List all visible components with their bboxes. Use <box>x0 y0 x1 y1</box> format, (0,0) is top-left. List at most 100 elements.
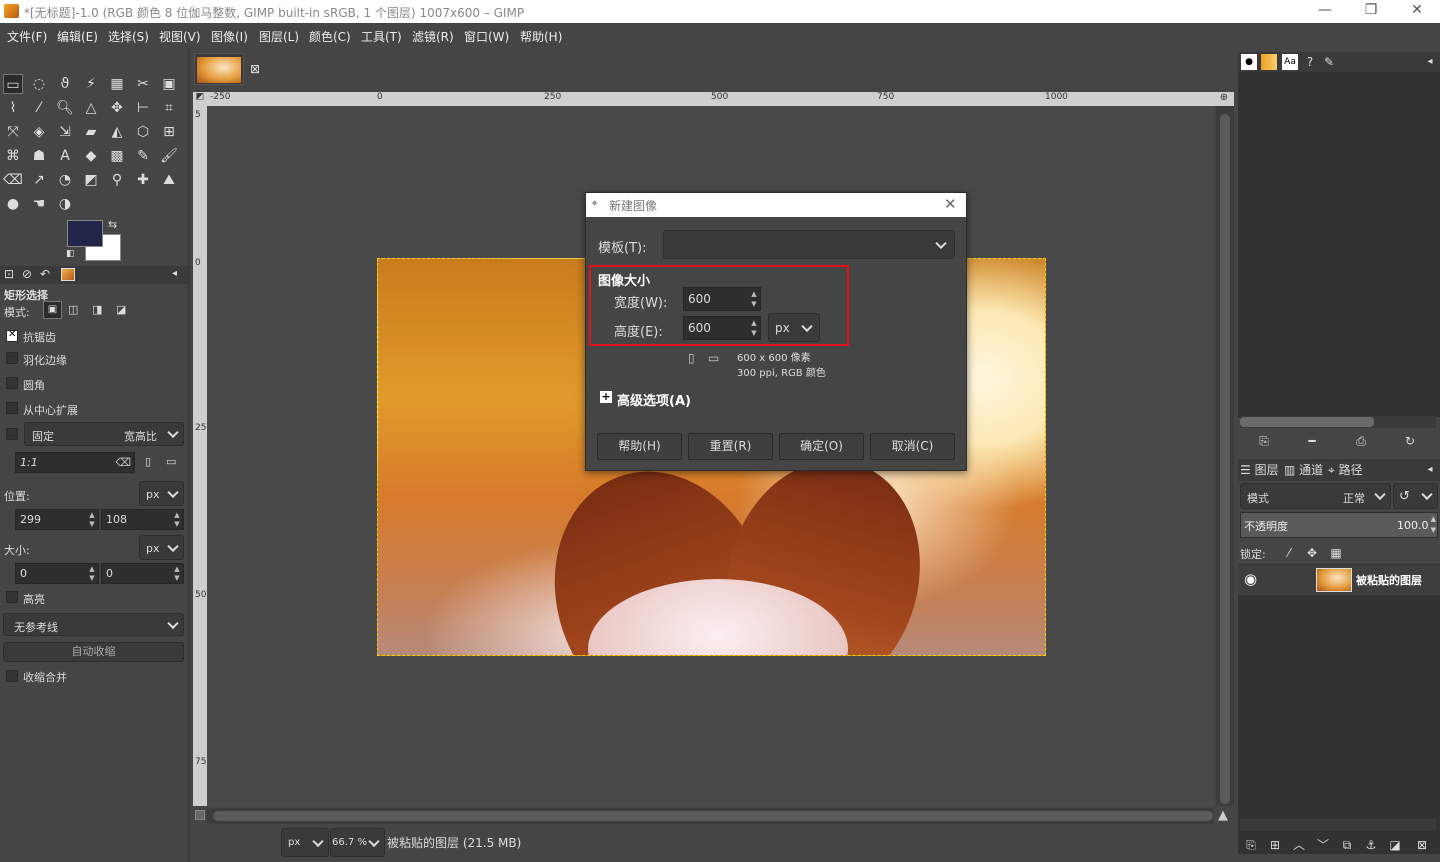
color-select-icon[interactable]: ▦ <box>107 74 127 94</box>
shear-icon[interactable]: ▰ <box>81 122 101 142</box>
image-tab[interactable] <box>194 53 244 85</box>
menu-edit[interactable]: 编辑(E) <box>57 28 98 45</box>
shrink-merged-checkbox[interactable] <box>6 670 18 682</box>
highlight-checkbox[interactable] <box>6 591 18 603</box>
size-unit-dropdown[interactable]: px <box>139 535 184 560</box>
move-icon[interactable]: ✥ <box>107 98 127 118</box>
blur-icon[interactable]: ● <box>3 194 23 214</box>
lasso-icon[interactable]: ϑ <box>55 74 75 94</box>
template-dropdown[interactable] <box>663 230 955 259</box>
new-layer-group-icon[interactable]: ⊞ <box>1267 837 1283 853</box>
pencil-icon[interactable]: ✎ <box>133 146 153 166</box>
new-layer-icon[interactable]: ⎘ <box>1243 837 1259 853</box>
cancel-button[interactable]: 取消(C) <box>870 433 955 460</box>
flip-icon[interactable]: ◭ <box>107 122 127 142</box>
size-h-input[interactable]: 0 ▲ ▼ <box>101 563 184 584</box>
dialog-title-bar[interactable]: ✦ 新建图像 ✕ <box>586 193 966 217</box>
lock-alpha-icon[interactable]: ▦ <box>1328 545 1344 561</box>
mode-replace-icon[interactable]: ▣ <box>43 301 62 319</box>
unified-transform-icon[interactable]: ⤧ <box>3 122 23 142</box>
feather-checkbox[interactable] <box>6 352 18 364</box>
opacity-slider[interactable]: 不透明度 100.0 ▲ ▼ <box>1240 512 1438 538</box>
fuzzy-select-icon[interactable]: ⚡ <box>81 74 101 94</box>
layer-row[interactable]: ◉ 被粘贴的图层 <box>1238 565 1440 595</box>
paintbrush-icon[interactable]: 🖌︎ <box>159 146 179 166</box>
navigate-icon[interactable]: ▲ <box>1218 808 1228 823</box>
tab-paths[interactable]: ⌖ 路径 <box>1328 461 1363 478</box>
smudge-icon[interactable]: ☚ <box>29 194 49 214</box>
patterns-tab-icon[interactable] <box>1261 54 1277 70</box>
help-button[interactable]: 帮助(H) <box>597 433 682 460</box>
menu-windows[interactable]: 窗口(W) <box>464 28 509 45</box>
ruler-corner[interactable]: ◩ <box>193 92 207 106</box>
position-x-input[interactable]: 299 ▲ ▼ <box>15 509 99 530</box>
expand-icon[interactable]: + <box>600 391 612 403</box>
scroll-thumb[interactable] <box>1220 114 1230 804</box>
size-w-input[interactable]: 0 ▲ ▼ <box>15 563 99 584</box>
ok-button[interactable]: 确定(O) <box>779 433 864 460</box>
menu-filters[interactable]: 滤镜(R) <box>412 28 454 45</box>
eraser-icon[interactable]: ⌫ <box>3 170 23 190</box>
scroll-thumb[interactable] <box>213 811 1213 821</box>
auto-shrink-button[interactable]: 自动收缩 <box>3 642 184 662</box>
brushes-scrollbar[interactable] <box>1240 416 1436 428</box>
portrait-icon[interactable]: ▯ <box>145 455 151 468</box>
clear-icon[interactable]: ⌫ <box>115 453 131 472</box>
layer-mode-dropdown[interactable]: 模式 正常 <box>1240 483 1391 509</box>
tab-channels[interactable]: ▥ 通道 <box>1284 461 1323 478</box>
clone-icon[interactable]: ⚲ <box>107 170 127 190</box>
close-icon[interactable]: ✕ <box>944 195 957 213</box>
duplicate-brush-icon[interactable]: ⎙ <box>1353 433 1369 449</box>
text-tool-icon[interactable]: ☗ <box>29 146 49 166</box>
tool-options-tab-icon[interactable]: ⊡ <box>4 267 14 281</box>
spin-up-icon[interactable]: ▲ <box>87 511 97 519</box>
ellipse-select-icon[interactable]: ◌ <box>29 74 49 94</box>
menu-tools[interactable]: 工具(T) <box>361 28 402 45</box>
spin-up-icon[interactable]: ▲ <box>172 565 182 573</box>
expand-center-checkbox[interactable] <box>6 402 18 414</box>
portrait-icon[interactable]: ▯ <box>688 351 695 365</box>
mode-subtract-icon[interactable]: ◨ <box>92 303 102 316</box>
swap-colors-icon[interactable]: ⇆ <box>108 218 117 231</box>
quick-mask-icon[interactable] <box>195 810 205 820</box>
measure-icon[interactable]: △ <box>81 98 101 118</box>
panel-menu-icon[interactable]: ◂ <box>1422 462 1438 478</box>
delete-layer-icon[interactable]: ⊠ <box>1414 837 1430 853</box>
airbrush-icon[interactable]: ↗ <box>29 170 49 190</box>
horizontal-ruler[interactable]: -250 0 250 500 750 1000 <box>207 92 1214 106</box>
position-y-input[interactable]: 108 ▲ ▼ <box>101 509 184 530</box>
guides-dropdown[interactable]: 无参考线 <box>3 613 184 636</box>
eye-icon[interactable]: ◉ <box>1244 570 1257 588</box>
scale-icon[interactable]: ⇲ <box>55 122 75 142</box>
position-unit-dropdown[interactable]: px <box>139 481 184 506</box>
brushes-list[interactable] <box>1238 72 1440 417</box>
perspective-icon[interactable]: ⬡ <box>133 122 153 142</box>
cage-icon[interactable]: ⊞ <box>159 122 179 142</box>
undo-history-tab-icon[interactable]: ↶ <box>40 267 50 281</box>
rect-select-icon[interactable]: ▭ <box>3 74 23 94</box>
lock-pixels-icon[interactable]: ⁄ <box>1281 545 1297 561</box>
images-tab-icon[interactable] <box>61 268 75 281</box>
spin-down-icon[interactable]: ▼ <box>87 574 97 582</box>
paths-icon[interactable]: ⌇ <box>3 98 23 118</box>
menu-file[interactable]: 文件(F) <box>7 28 47 45</box>
foreground-color-swatch-top[interactable] <box>67 220 103 247</box>
dodge-burn-icon[interactable]: ◑ <box>55 194 75 214</box>
rotate-icon[interactable]: ◈ <box>29 122 49 142</box>
layers-list[interactable] <box>1238 564 1440 854</box>
menu-view[interactable]: 视图(V) <box>159 28 201 45</box>
antialias-checkbox[interactable] <box>6 329 18 342</box>
ratio-input[interactable]: 1:1 ⌫ <box>15 452 135 473</box>
spin-icon[interactable]: ▲ ▼ <box>1431 514 1436 536</box>
spin-down-icon[interactable]: ▼ <box>172 574 182 582</box>
menu-image[interactable]: 图像(I) <box>211 28 248 45</box>
heal-icon[interactable]: ✚ <box>133 170 153 190</box>
crop-icon[interactable]: ⌗ <box>159 98 179 118</box>
landscape-icon[interactable]: ▭ <box>708 351 719 365</box>
panel-menu-icon[interactable]: ◂ <box>1422 54 1438 70</box>
mypaint-icon[interactable]: ◩ <box>81 170 101 190</box>
mask-icon[interactable]: ◪ <box>1387 837 1403 853</box>
scroll-thumb[interactable] <box>1240 417 1374 427</box>
fixed-checkbox[interactable] <box>6 428 18 440</box>
raise-layer-icon[interactable]: ︿ <box>1291 837 1307 853</box>
